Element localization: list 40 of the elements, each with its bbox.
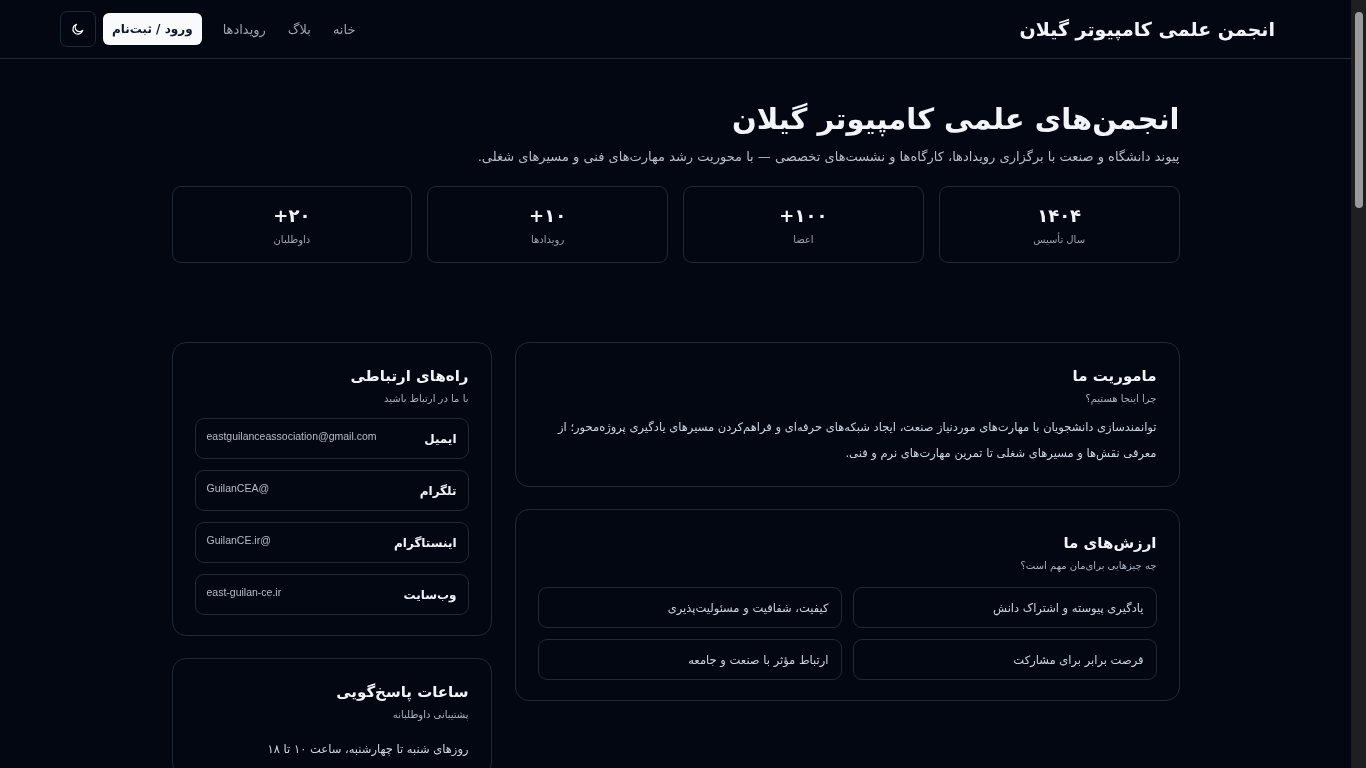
contact-label: تلگرام (419, 483, 457, 498)
scrollbar-thumb[interactable] (1354, 12, 1363, 208)
page-subtitle: پیوند دانشگاه و صنعت با برگزاری رویدادها، کارگاه‌ها و نشست‌های تخصصی — با محوریت رشد مهارت‌های فنی و مسیرهای شغلی. (476, 149, 1180, 164)
mission-text: توانمندسازی دانشجویان با مهارت‌های موردنیاز صنعت، ایجاد شبکه‌های حرفه‌ای و فراهم‌کردن مسیرهای یادگیری پروژه‌محور؛ از معرفی نقش‌ها و مسیرهای شغلی تا تمرین مهارت‌های نرم و فنی. (556, 419, 1157, 463)
card-subtitle: چرا اینجا هستیم؟ (1084, 393, 1157, 404)
value-item: فرصت برابر برای مشارکت (852, 639, 1157, 680)
site-title: انجمن علمی کامپیوتر گیلان (1019, 18, 1275, 40)
stat-label: اعضا (793, 233, 814, 245)
nav-link[interactable]: رویدادها (222, 21, 266, 37)
contact-value: GuilanCEA@ (206, 481, 270, 494)
card-title: ساعات پاسخ‌گویی (335, 682, 469, 703)
theme-toggle-button[interactable] (60, 11, 96, 47)
contact-value: eastguilanceassociation@gmail.com (206, 429, 377, 442)
nav-link[interactable]: بلاگ (287, 21, 311, 37)
login-button[interactable]: ورود / ثبت‌نام (103, 13, 202, 45)
card-subtitle: با ما در ارتباط باشید (383, 393, 469, 404)
stat-value: +۱۰ (529, 204, 567, 226)
value-item: یادگیری پیوسته و اشتراک دانش (852, 587, 1157, 628)
contact-label: اینستاگرام (394, 535, 457, 550)
stat-label: داوطلبان (273, 233, 311, 245)
contact-label: ایمیل (424, 431, 457, 446)
moon-icon (71, 22, 85, 36)
contact-value: east-guilan-ce.ir (206, 585, 282, 598)
stat-value: ۱۴۰۴ (1037, 204, 1082, 226)
stat-value: +۱۰۰ (779, 204, 828, 226)
hours-text: روزهای شنبه تا چهارشنبه، ساعت ۱۰ تا ۱۸ (266, 742, 469, 756)
contact-value: GuilanCE.ir@ (206, 533, 271, 546)
stat-label: سال تأسیس (1033, 233, 1086, 245)
value-item: ارتباط مؤثر با صنعت و جامعه (537, 639, 842, 680)
stat-label: رویدادها (531, 233, 565, 245)
card-subtitle: چه چیزهایی برای‌مان مهم است؟ (1019, 560, 1157, 571)
card-title: ماموریت ما (1071, 366, 1157, 387)
nav-link[interactable]: خانه (332, 21, 356, 37)
card-subtitle: پشتیبانی داوطلبانه (391, 709, 469, 720)
stat-value: +۲۰ (273, 204, 311, 226)
contact-label: وب‌سایت (403, 587, 457, 602)
value-item: کیفیت، شفافیت و مسئولیت‌پذیری (537, 587, 842, 628)
card-title: راه‌های ارتباطی (349, 366, 469, 387)
card-title: ارزش‌های ما (1062, 533, 1157, 554)
page-title: انجمن‌های علمی کامپیوتر گیلان (730, 101, 1180, 137)
